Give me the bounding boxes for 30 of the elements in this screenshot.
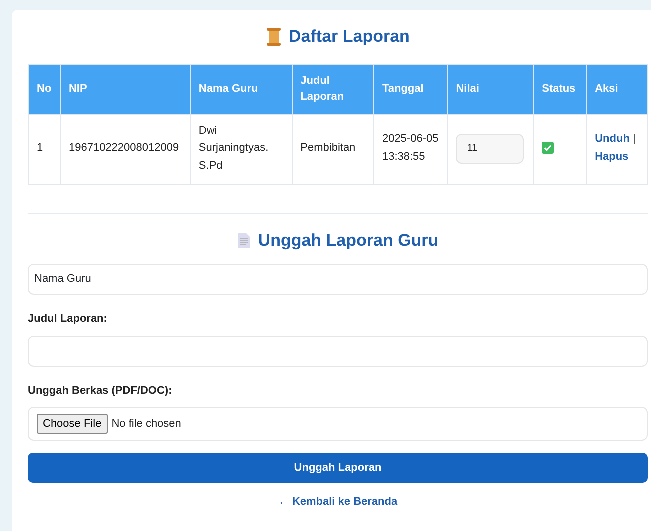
column-header: Nilai <box>448 64 534 114</box>
scroll-icon <box>267 28 282 46</box>
delete-link[interactable]: Hapus <box>595 151 629 163</box>
section-title: Daftar Laporan <box>289 26 410 48</box>
back-link[interactable]: ← Kembali ke Beranda <box>278 496 398 508</box>
choose-file-button[interactable]: Choose File <box>37 414 108 434</box>
upload-button[interactable]: Unggah Laporan <box>28 453 648 483</box>
section-title: Unggah Laporan Guru <box>258 230 439 252</box>
teacher-select[interactable]: Nama Guru <box>28 264 648 295</box>
document-icon <box>238 232 250 248</box>
score-field[interactable]: 11 <box>456 134 524 164</box>
field-label: Unggah Berkas (PDF/DOC): <box>28 384 174 398</box>
title-input-field[interactable] <box>28 336 648 366</box>
column-header: Judul Laporan <box>292 64 374 114</box>
column-header: NIP <box>60 64 190 114</box>
table-cell: 196710222008012009 <box>60 114 190 184</box>
column-header: Tanggal <box>374 64 448 114</box>
file-input-field[interactable]: Choose File No file chosen <box>28 407 648 441</box>
field-label: Judul Laporan: <box>28 312 108 327</box>
table-cell: 2025-06-05 13:38:55 <box>374 114 448 184</box>
column-header: Aksi <box>586 64 648 114</box>
separator: | <box>632 133 636 146</box>
column-header: No <box>28 64 60 114</box>
download-link[interactable]: Unduh <box>595 133 630 146</box>
column-header: Status <box>534 64 587 114</box>
table-cell: Pembibitan <box>292 114 374 184</box>
table-cell: Dwi Surjaningtyas. S.Pd <box>190 114 292 184</box>
column-header: Nama Guru <box>190 64 292 114</box>
table-cell: 1 <box>28 114 60 184</box>
file-status-text: No file chosen <box>112 416 182 432</box>
